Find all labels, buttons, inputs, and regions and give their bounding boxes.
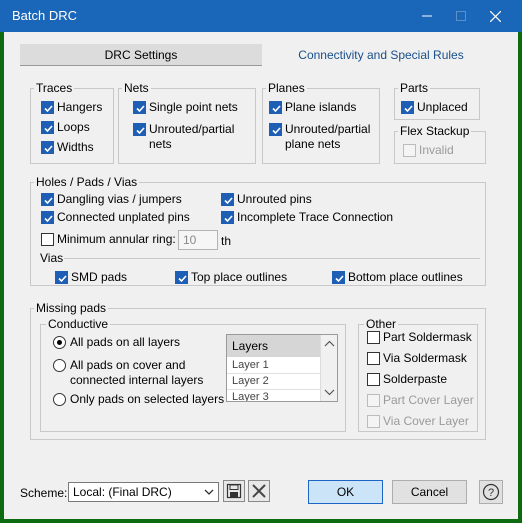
only-selected-layers-label: Only pads on selected layers (70, 392, 225, 406)
annular-ring-checkbox[interactable]: Minimum annular ring: (41, 232, 176, 247)
unrouted-pins-checkbox[interactable]: Unrouted pins (221, 192, 312, 207)
conductive-label: Conductive (46, 317, 111, 331)
plane-islands-label: Plane islands (285, 100, 357, 114)
traces-label: Traces (34, 81, 75, 95)
parts-label: Parts (398, 81, 431, 95)
window-title: Batch DRC (12, 8, 78, 23)
flex-stackup-label: Flex Stackup (398, 124, 472, 138)
batch-drc-window: Batch DRC DRC Settings Connectivity and … (0, 0, 522, 523)
invalid-label: Invalid (419, 143, 454, 157)
delete-scheme-button[interactable] (248, 480, 270, 502)
missing-pads-label: Missing pads (34, 301, 109, 315)
ok-button[interactable]: OK (308, 480, 383, 504)
scroll-down-icon[interactable] (321, 385, 338, 399)
all-pads-all-layers-label: All pads on all layers (70, 335, 181, 349)
all-pads-cover-radio[interactable]: All pads on cover and connected internal … (53, 358, 203, 388)
save-icon (226, 483, 242, 499)
nets-label: Nets (122, 81, 151, 95)
dialog-client: DRC Settings Connectivity and Special Ru… (4, 32, 518, 519)
scheme-label: Scheme: (20, 486, 68, 500)
close-button[interactable] (478, 0, 512, 32)
smd-pads-checkbox[interactable]: SMD pads (55, 270, 127, 285)
via-soldermask-checkbox[interactable]: Via Soldermask (367, 351, 467, 366)
incomplete-trace-label: Incomplete Trace Connection (237, 210, 394, 224)
only-selected-layers-radio[interactable]: Only pads on selected layers (53, 392, 224, 407)
scroll-up-icon[interactable] (321, 337, 338, 351)
unplaced-checkbox[interactable]: Unplaced (401, 100, 468, 115)
minimize-button[interactable] (410, 0, 444, 32)
unrouted-pins-label: Unrouted pins (237, 192, 312, 206)
unrouted-plane-nets-label-2: plane nets (285, 137, 341, 151)
annular-ring-input[interactable]: 10 (178, 230, 218, 250)
tab-connectivity[interactable]: Connectivity and Special Rules (274, 44, 488, 66)
scheme-value: Local: (Final DRC) (73, 485, 172, 499)
dangling-vias-checkbox[interactable]: Dangling vias / jumpers (41, 192, 182, 207)
single-point-nets-checkbox[interactable]: Single point nets (133, 100, 238, 115)
planes-label: Planes (266, 81, 307, 95)
hangers-label: Hangers (57, 100, 103, 114)
widths-checkbox[interactable]: Widths (41, 140, 94, 155)
save-scheme-button[interactable] (223, 480, 245, 502)
vias-divider (64, 258, 480, 259)
plane-islands-checkbox[interactable]: Plane islands (269, 100, 356, 115)
part-cover-layer-label: Part Cover Layer (383, 393, 474, 407)
all-pads-all-layers-radio[interactable]: All pads on all layers (53, 335, 180, 350)
part-soldermask-label: Part Soldermask (383, 330, 472, 344)
unrouted-plane-nets-label-1: Unrouted/partial (285, 122, 371, 136)
vias-label: Vias (38, 251, 66, 265)
layer-row[interactable]: Layer 3 (227, 391, 321, 401)
close-icon (489, 10, 501, 22)
smd-pads-label: SMD pads (71, 270, 128, 284)
maximize-button[interactable] (444, 0, 478, 32)
hangers-checkbox[interactable]: Hangers (41, 100, 102, 115)
solderpaste-checkbox[interactable]: Solderpaste (367, 372, 447, 387)
delete-icon (252, 484, 266, 498)
cancel-button[interactable]: Cancel (392, 480, 467, 504)
chevron-down-icon (204, 489, 214, 495)
scheme-select[interactable]: Local: (Final DRC) (68, 482, 219, 502)
layers-listbox[interactable]: Layers Layer 1 Layer 2 Layer 3 (226, 334, 338, 402)
widths-label: Widths (57, 140, 94, 154)
dangling-vias-label: Dangling vias / jumpers (57, 192, 182, 206)
all-pads-cover-label-2: connected internal layers (70, 373, 204, 387)
layers-header: Layers (227, 335, 321, 357)
tab-drc-settings[interactable]: DRC Settings (20, 44, 262, 66)
help-button[interactable]: ? (479, 480, 503, 504)
bottom-place-outlines-checkbox[interactable]: Bottom place outlines (332, 270, 463, 285)
solderpaste-label: Solderpaste (383, 372, 448, 386)
annular-unit-label: th (221, 234, 232, 248)
connected-unplated-pins-label: Connected unplated pins (57, 210, 190, 224)
help-icon: ? (482, 483, 500, 501)
other-label: Other (364, 317, 399, 331)
unrouted-nets-checkbox[interactable]: Unrouted/partial nets (133, 122, 234, 152)
annular-ring-label: Minimum annular ring: (57, 232, 176, 246)
holes-pads-vias-label: Holes / Pads / Vias (34, 175, 140, 189)
incomplete-trace-checkbox[interactable]: Incomplete Trace Connection (221, 210, 393, 225)
single-point-nets-label: Single point nets (149, 100, 238, 114)
all-pads-cover-label-1: All pads on cover and (70, 358, 186, 372)
unrouted-nets-label-1: Unrouted/partial (149, 122, 235, 136)
maximize-icon (456, 11, 466, 21)
unplaced-label: Unplaced (417, 100, 468, 114)
loops-checkbox[interactable]: Loops (41, 120, 90, 135)
via-cover-layer-label: Via Cover Layer (383, 414, 469, 428)
part-soldermask-checkbox[interactable]: Part Soldermask (367, 330, 472, 345)
minimize-icon (422, 15, 432, 17)
unrouted-plane-nets-checkbox[interactable]: Unrouted/partial plane nets (269, 122, 370, 152)
connected-unplated-pins-checkbox[interactable]: Connected unplated pins (41, 210, 190, 225)
via-soldermask-label: Via Soldermask (383, 351, 467, 365)
loops-label: Loops (57, 120, 90, 134)
part-cover-layer-checkbox[interactable]: Part Cover Layer (367, 393, 474, 408)
via-cover-layer-checkbox[interactable]: Via Cover Layer (367, 414, 469, 429)
top-place-outlines-label: Top place outlines (191, 270, 288, 284)
layer-row[interactable]: Layer 1 (227, 359, 321, 374)
layer-row[interactable]: Layer 2 (227, 375, 321, 390)
layers-scrollbar[interactable] (320, 335, 337, 401)
title-bar: Batch DRC (0, 0, 522, 32)
unrouted-nets-label-2: nets (149, 137, 172, 151)
bottom-place-outlines-label: Bottom place outlines (348, 270, 463, 284)
top-place-outlines-checkbox[interactable]: Top place outlines (175, 270, 287, 285)
invalid-checkbox[interactable]: Invalid (403, 143, 454, 158)
svg-text:?: ? (488, 487, 494, 499)
